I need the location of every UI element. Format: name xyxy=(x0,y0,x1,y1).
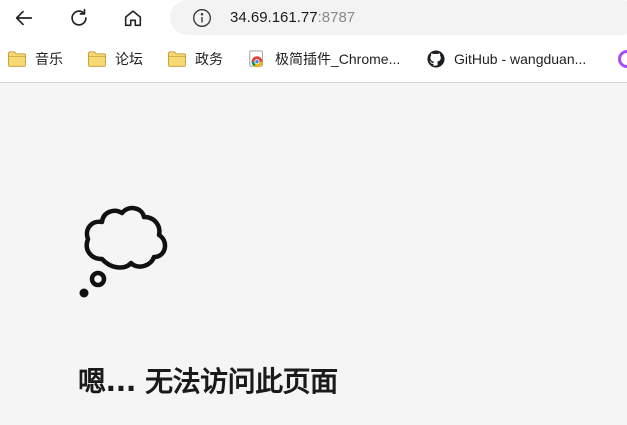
folder-icon xyxy=(7,50,27,68)
edge-icon xyxy=(618,50,627,68)
home-icon xyxy=(124,10,142,27)
back-button[interactable] xyxy=(10,4,38,32)
bookmark-overflow[interactable] xyxy=(618,48,627,70)
chrome-icon xyxy=(247,50,267,68)
bookmarks-bar: 音乐 论坛 政务 极简插件_Chrome... GitHub - wangdua… xyxy=(0,36,627,83)
refresh-icon xyxy=(71,8,87,26)
browser-toolbar: 34.69.161.77:8787 xyxy=(0,0,627,36)
bookmark-label: 政务 xyxy=(195,51,223,67)
github-icon xyxy=(426,50,446,68)
bookmark-github[interactable]: GitHub - wangduan... xyxy=(426,48,586,70)
back-arrow-icon xyxy=(15,10,33,26)
error-title: 嗯... 无法访问此页面 xyxy=(78,365,338,398)
folder-icon xyxy=(167,50,187,68)
bookmark-label: GitHub - wangduan... xyxy=(454,51,587,67)
home-button[interactable] xyxy=(119,4,147,32)
bookmark-folder-government[interactable]: 政务 xyxy=(167,48,223,70)
folder-icon xyxy=(87,50,107,68)
bookmark-chrome-plugins[interactable]: 极简插件_Chrome... xyxy=(247,48,400,70)
url-text[interactable]: 34.69.161.77:8787 xyxy=(230,8,355,28)
bookmark-label: 极简插件_Chrome... xyxy=(275,51,401,67)
url-host: 34.69.161.77 xyxy=(230,9,318,26)
thought-cloud-icon xyxy=(79,205,168,298)
address-bar[interactable]: 34.69.161.77:8787 xyxy=(170,0,627,35)
bookmark-folder-forum[interactable]: 论坛 xyxy=(87,48,143,70)
url-port: :8787 xyxy=(317,9,356,26)
bookmark-label: 音乐 xyxy=(35,51,63,67)
bookmark-folder-music[interactable]: 音乐 xyxy=(7,48,63,70)
site-info-icon[interactable] xyxy=(192,8,212,28)
refresh-button[interactable] xyxy=(65,4,93,32)
bookmark-label: 论坛 xyxy=(115,51,143,67)
